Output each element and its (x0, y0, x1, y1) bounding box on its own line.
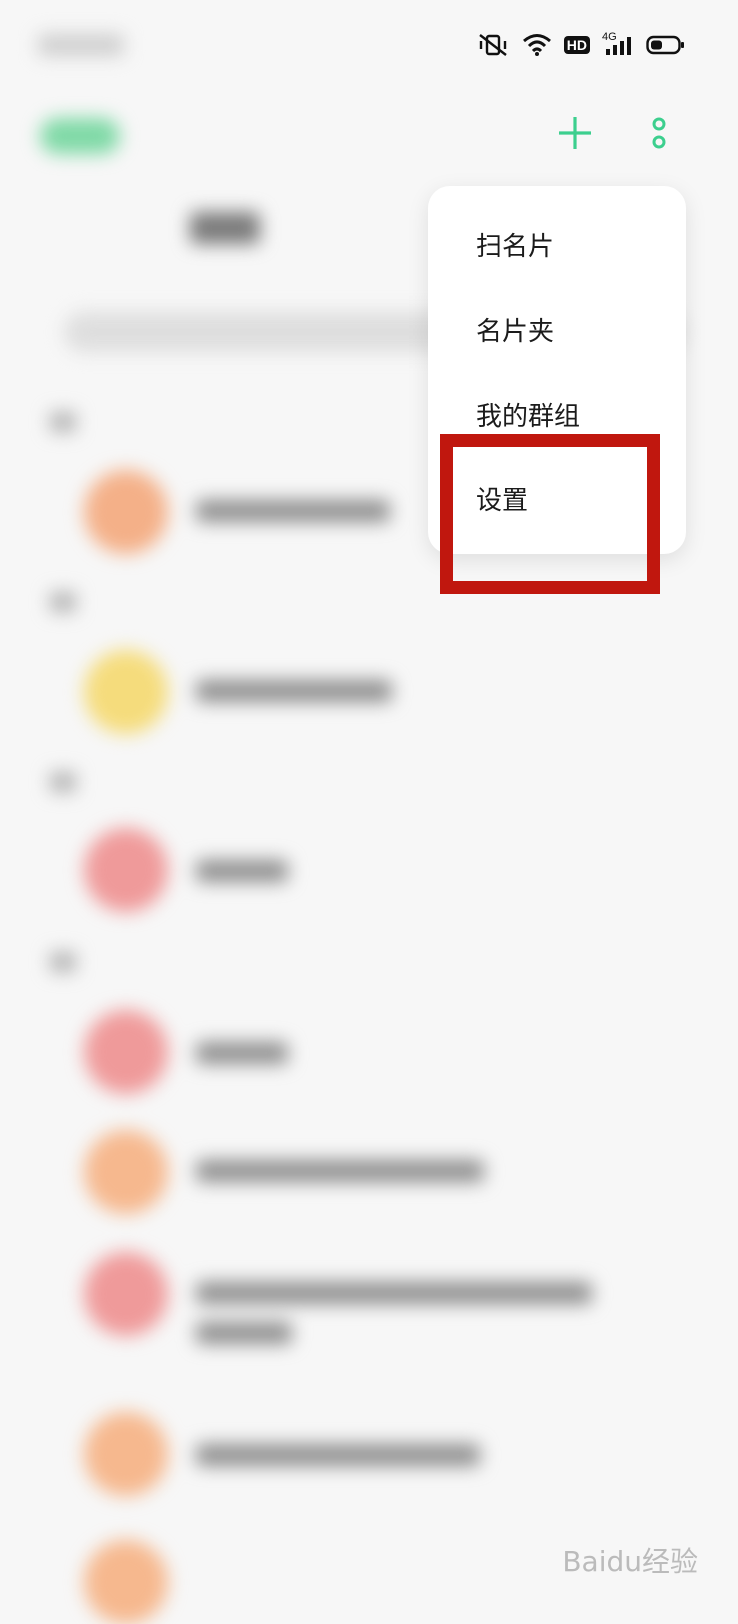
wifi-icon (522, 33, 552, 57)
contact-name-placeholder (196, 680, 392, 702)
mute-vibrate-icon (476, 33, 510, 57)
status-time-placeholder (38, 34, 124, 56)
more-options-button[interactable] (644, 114, 674, 154)
avatar (84, 650, 168, 734)
contact-name-placeholder (196, 500, 390, 522)
menu-item-label: 我的群组 (476, 401, 581, 432)
section-letter (50, 412, 76, 432)
menu-item-card-folder[interactable]: 名片夹 (428, 287, 686, 371)
app-logo (40, 118, 120, 154)
battery-icon (646, 34, 686, 56)
section-letter (50, 772, 76, 792)
avatar (84, 1540, 168, 1624)
menu-item-label: 扫名片 (476, 231, 555, 262)
section-letter (50, 952, 76, 972)
plus-icon (559, 117, 591, 149)
contact-name-placeholder (196, 1444, 480, 1466)
add-button[interactable] (556, 114, 594, 152)
section-letter (50, 592, 76, 612)
more-vertical-icon (652, 117, 666, 149)
avatar (84, 1412, 168, 1496)
contact-name-placeholder (196, 1322, 292, 1344)
status-bar: HD 4G (476, 28, 686, 62)
avatar (84, 1252, 168, 1336)
cellular-4g-icon: 4G (602, 31, 634, 57)
settings-highlight-box (440, 434, 660, 594)
watermark: Baidu经验 (562, 1545, 698, 1578)
avatar (84, 1130, 168, 1214)
contact-name-placeholder (196, 1282, 592, 1304)
contact-name-placeholder (196, 860, 288, 882)
avatar (84, 1010, 168, 1094)
avatar (84, 470, 168, 554)
contact-name-placeholder (196, 1042, 288, 1064)
menu-item-scan-card[interactable]: 扫名片 (428, 202, 686, 286)
hd-badge: HD (563, 36, 590, 54)
avatar (84, 828, 168, 912)
contact-name-placeholder (196, 1160, 484, 1182)
menu-item-label: 名片夹 (476, 316, 555, 347)
page-title-placeholder (190, 212, 260, 244)
